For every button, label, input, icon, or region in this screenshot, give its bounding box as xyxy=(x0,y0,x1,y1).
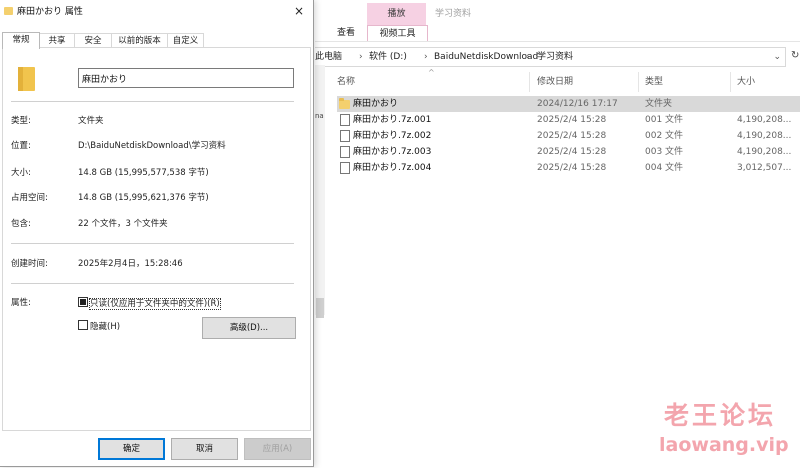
file-date: 2025/2/4 15:28 xyxy=(537,131,607,141)
ribbon-context-group-title: 学习资料 xyxy=(435,9,472,19)
close-button[interactable]: × xyxy=(291,3,307,19)
file-type: 文件夹 xyxy=(645,99,673,109)
size-value: 14.8 GB (15,995,577,538 字节) xyxy=(78,168,209,178)
checkbox-unchecked-icon[interactable] xyxy=(78,320,88,330)
file-row[interactable]: 麻田かおり.7z.003 2025/2/4 15:28 003 文件 4,190… xyxy=(337,144,800,160)
file-name: 麻田かおり.7z.003 xyxy=(353,147,432,157)
readonly-checkbox[interactable]: 只读(仅应用于文件夹中的文件)(R) xyxy=(78,297,221,311)
breadcrumb-study-materials[interactable]: 学习资料 xyxy=(537,48,573,66)
watermark-text-cn: 老王论坛 xyxy=(664,401,777,430)
navigation-pane-item-text: na xyxy=(315,112,324,120)
advanced-button[interactable]: 高级(D)... xyxy=(202,317,296,339)
folder-name-input[interactable] xyxy=(78,68,294,88)
ok-button[interactable]: 确定 xyxy=(98,438,165,460)
file-type: 001 文件 xyxy=(645,115,684,125)
dialog-titlebar[interactable]: 麻田かおり 属性 × xyxy=(0,0,313,24)
file-date: 2025/2/4 15:28 xyxy=(537,147,607,157)
ribbon-context-tab-play[interactable]: 播放 xyxy=(367,3,426,25)
file-name: 麻田かおり.7z.002 xyxy=(353,131,432,141)
file-date: 2025/2/4 15:28 xyxy=(537,163,607,173)
file-name: 麻田かおり.7z.004 xyxy=(353,163,432,173)
type-value: 文件夹 xyxy=(78,116,104,126)
location-value: D:\BaiduNetdiskDownload\学习资料 xyxy=(78,141,226,151)
file-row-folder[interactable]: 麻田かおり 2024/12/16 17:17 文件夹 xyxy=(337,96,800,112)
properties-dialog: 麻田かおり 属性 × 常规 共享 安全 以前的版本 自定义 类型: 文件夹 位置… xyxy=(0,0,314,467)
ribbon-border xyxy=(315,41,800,42)
tab-security[interactable]: 安全 xyxy=(74,33,112,48)
checkbox-indeterminate-icon[interactable] xyxy=(78,297,88,307)
folder-icon xyxy=(18,67,35,91)
created-value: 2025年2月4日，15:28:46 xyxy=(78,259,183,269)
disk-size-label: 占用空间: xyxy=(11,193,48,203)
attributes-label: 属性: xyxy=(11,298,31,308)
divider xyxy=(11,243,294,244)
hidden-checkbox-label: 隐藏(H) xyxy=(90,322,121,332)
navigation-pane[interactable] xyxy=(315,65,325,315)
divider xyxy=(11,283,294,284)
tab-sharing[interactable]: 共享 xyxy=(39,33,75,48)
file-name: 麻田かおり.7z.001 xyxy=(353,115,432,125)
contains-value: 22 个文件，3 个文件夹 xyxy=(78,219,168,229)
chevron-right-icon[interactable]: › xyxy=(424,48,428,66)
file-size: 3,012,507... xyxy=(737,163,792,173)
chevron-right-icon[interactable]: › xyxy=(526,48,530,66)
tab-previous-versions[interactable]: 以前的版本 xyxy=(111,33,168,48)
ribbon-tab-video-tools[interactable]: 视频工具 xyxy=(367,25,428,41)
column-divider[interactable] xyxy=(638,72,639,92)
file-icon xyxy=(340,114,350,126)
general-tab-panel xyxy=(2,47,311,431)
navigation-pane-scrollbar[interactable] xyxy=(316,298,324,318)
file-name: 麻田かおり xyxy=(353,99,399,109)
tab-customize[interactable]: 自定义 xyxy=(167,33,204,48)
type-label: 类型: xyxy=(11,116,31,126)
file-type: 002 文件 xyxy=(645,131,684,141)
size-label: 大小: xyxy=(11,168,31,178)
file-size: 4,190,208... xyxy=(737,147,792,157)
readonly-checkbox-label: 只读(仅应用于文件夹中的文件)(R) xyxy=(89,298,221,310)
file-icon xyxy=(340,130,350,142)
breadcrumb-drive-d[interactable]: 软件 (D:) xyxy=(369,48,407,66)
chevron-down-icon[interactable]: ⌄ xyxy=(773,48,781,66)
divider xyxy=(11,101,294,102)
location-label: 位置: xyxy=(11,141,31,151)
column-divider[interactable] xyxy=(730,72,731,92)
disk-size-value: 14.8 GB (15,995,621,376 字节) xyxy=(78,193,209,203)
apply-button[interactable]: 应用(A) xyxy=(244,438,311,460)
cancel-button[interactable]: 取消 xyxy=(171,438,238,460)
breadcrumb-this-pc[interactable]: 此电脑 xyxy=(315,48,342,66)
folder-icon xyxy=(339,98,350,109)
column-header-name[interactable]: 名称 xyxy=(337,75,355,89)
file-row[interactable]: 麻田かおり.7z.004 2025/2/4 15:28 004 文件 3,012… xyxy=(337,160,800,176)
file-type: 003 文件 xyxy=(645,147,684,157)
breadcrumb-baidunetdiskdownload[interactable]: BaiduNetdiskDownload xyxy=(434,48,538,66)
file-size: 4,190,208... xyxy=(737,115,792,125)
file-date: 2025/2/4 15:28 xyxy=(537,115,607,125)
ribbon-tab-view[interactable]: 查看 xyxy=(337,25,355,41)
watermark-text-en: laowang.vip xyxy=(659,434,789,456)
tab-general[interactable]: 常规 xyxy=(2,32,40,49)
column-divider[interactable] xyxy=(529,72,530,92)
created-label: 创建时间: xyxy=(11,259,48,269)
column-header-date[interactable]: 修改日期 xyxy=(537,75,573,89)
file-row[interactable]: 麻田かおり.7z.002 2025/2/4 15:28 002 文件 4,190… xyxy=(337,128,800,144)
dialog-title: 麻田かおり 属性 xyxy=(17,7,83,17)
file-type: 004 文件 xyxy=(645,163,684,173)
refresh-icon[interactable]: ↻ xyxy=(791,47,799,65)
file-row[interactable]: 麻田かおり.7z.001 2025/2/4 15:28 001 文件 4,190… xyxy=(337,112,800,128)
file-size: 4,190,208... xyxy=(737,131,792,141)
chevron-right-icon[interactable]: › xyxy=(359,48,363,66)
sort-ascending-icon: ^ xyxy=(428,68,435,77)
address-bar[interactable]: 此电脑 › 软件 (D:) › BaiduNetdiskDownload › 学… xyxy=(315,47,786,67)
column-header-size[interactable]: 大小 xyxy=(737,75,755,89)
column-header-type[interactable]: 类型 xyxy=(645,75,663,89)
folder-icon xyxy=(4,7,13,15)
hidden-checkbox[interactable]: 隐藏(H) xyxy=(78,320,120,334)
file-icon xyxy=(340,146,350,158)
contains-label: 包含: xyxy=(11,219,31,229)
file-date: 2024/12/16 17:17 xyxy=(537,99,618,109)
ribbon-tabs: 查看 视频工具 xyxy=(315,25,800,41)
file-icon xyxy=(340,162,350,174)
